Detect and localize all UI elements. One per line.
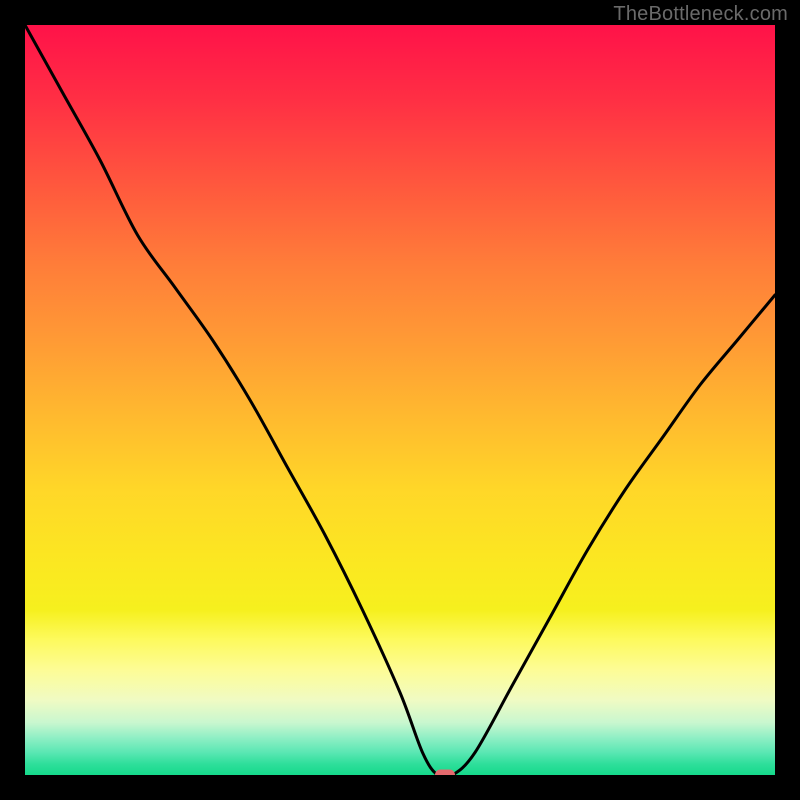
optimal-point-marker <box>435 770 455 776</box>
bottleneck-curve <box>25 25 775 775</box>
watermark-text: TheBottleneck.com <box>613 3 788 26</box>
chart-frame: TheBottleneck.com <box>0 0 800 800</box>
plot-area <box>25 25 775 775</box>
